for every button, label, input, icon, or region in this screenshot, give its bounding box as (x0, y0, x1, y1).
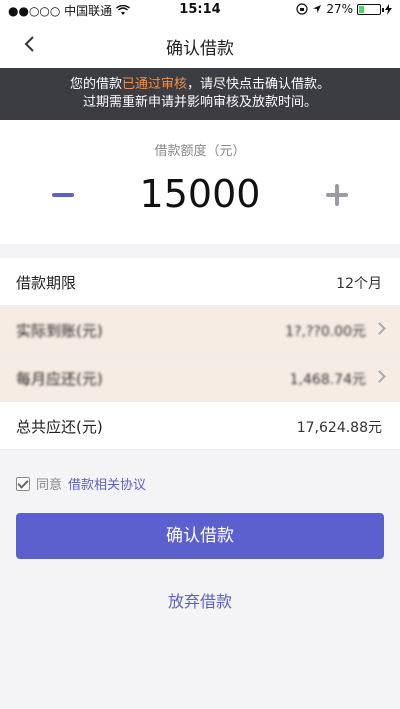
notice-line-1: 您的借款已通过审核，请尽快点击确认借款。 (69, 77, 331, 92)
approval-notice: 您的借款已通过审核，请尽快点击确认借款。 过期需重新申请并影响审核及放款时间。 (0, 68, 400, 120)
row-total-repayment: 总共应还(元) 17,624.88元 (0, 402, 400, 450)
agreement-checkbox[interactable] (16, 476, 30, 491)
battery-icon (357, 3, 384, 15)
row-value: 1?,??0.00元 (285, 324, 366, 340)
row-value: 17,624.88元 (296, 420, 382, 436)
agreement: 同意 借款相关协议 (16, 474, 146, 493)
location-icon (313, 5, 322, 13)
abandon-loan-button[interactable]: 放弃借款 (0, 588, 400, 612)
status-bar: ●●○○○ 中国联通 15:14 27% (0, 0, 400, 20)
nav-bar: 确认借款 (0, 20, 400, 68)
confirm-loan-button[interactable]: 确认借款 (16, 513, 384, 559)
amount-label: 借款额度（元） (154, 144, 246, 159)
page-title: 确认借款 (166, 39, 234, 59)
row-key: 实际到账(元) (16, 322, 103, 340)
charging-icon (385, 3, 392, 15)
row-key: 总共应还(元) (16, 418, 103, 436)
amount-card: 借款额度（元） 15000 (0, 120, 400, 244)
notice-highlight: 已通过审核 (121, 77, 187, 92)
row-actual-received[interactable]: 实际到账(元) 1?,??0.00元 (0, 306, 400, 354)
row-monthly-payment[interactable]: 每月应还(元) 1,468.74元 (0, 354, 400, 402)
chevron-right-icon (373, 370, 386, 383)
row-value: 12个月 (336, 276, 382, 292)
status-right: 27% (296, 2, 392, 16)
row-key: 借款期限 (16, 274, 77, 292)
notice-line-2: 过期需重新申请并影响审核及放款时间。 (82, 95, 317, 110)
battery-percent: 27% (326, 2, 353, 16)
row-value: 1,468.74元 (289, 372, 366, 388)
agreement-text: 同意 (36, 478, 63, 493)
plus-icon[interactable] (324, 182, 350, 208)
row-loan-term: 借款期限 12个月 (0, 258, 400, 306)
rotation-lock-icon (296, 3, 308, 15)
chevron-right-icon (373, 322, 386, 335)
row-key: 每月应还(元) (16, 370, 103, 388)
loan-details: 借款期限 12个月 实际到账(元) 1?,??0.00元 每月应还(元) 1,4… (0, 258, 400, 450)
agreement-link[interactable]: 借款相关协议 (68, 474, 146, 493)
